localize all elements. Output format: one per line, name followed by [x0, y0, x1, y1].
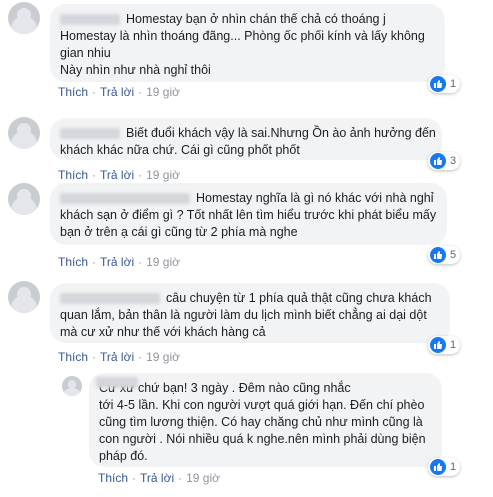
- comment-text-line: quan lắm, bản thân là người làm du lịch …: [60, 308, 427, 322]
- comment-actions: Thích · Trả lời · 19 giờ: [58, 350, 180, 364]
- like-link[interactable]: Thích: [58, 85, 88, 99]
- commenter-name-redacted[interactable]: [96, 377, 138, 388]
- like-link[interactable]: Thích: [58, 255, 88, 269]
- reaction-count-badge[interactable]: 5: [428, 246, 461, 264]
- comment-text-line: tới 4-5 lần. Khi con người vượt quá giới…: [99, 398, 425, 412]
- comment-text-line: mà cư xử như thế với khách hàng cả: [60, 325, 266, 339]
- comment-timestamp[interactable]: 19 giờ: [146, 168, 180, 182]
- like-reaction-icon: [430, 76, 446, 92]
- reaction-count-badge[interactable]: 3: [428, 152, 461, 170]
- like-reaction-icon: [430, 247, 446, 263]
- like-reaction-icon: [430, 337, 446, 353]
- comment-text-line: Cư xử chứ bạn! 3 ngày . Đêm nào cũng nhắ…: [99, 381, 351, 395]
- comment-actions: Thích · Trả lời · 19 giờ: [98, 471, 220, 485]
- comment-timestamp[interactable]: 19 giờ: [186, 471, 220, 485]
- comment-text-line: bạn ở trên ạ cái gì cũng từ 2 phía mà ng…: [60, 225, 298, 239]
- reply-link[interactable]: Trả lời: [100, 85, 134, 99]
- comment-text-line: khách khác nữa chứ. Cái gì cũng phốt phố…: [60, 143, 300, 157]
- comment-text-line: khách sạn ở điểm gì ? Tốt nhất lên tìm h…: [60, 208, 437, 222]
- like-link[interactable]: Thích: [58, 350, 88, 364]
- reaction-count: 1: [450, 339, 457, 351]
- comment-actions: Thích · Trả lời · 19 giờ: [58, 85, 180, 99]
- like-reaction-icon: [430, 153, 446, 169]
- commenter-avatar[interactable]: [8, 117, 40, 149]
- comment-text-line: Homestay bạn ở nhìn chán thế chả có thoá…: [60, 11, 435, 28]
- comment-text-line: pháp đó.: [99, 449, 148, 463]
- comment-text-line: con người . Nói nhiều quá k nghe.nên mìn…: [99, 432, 426, 446]
- comment-actions: Thích · Trả lời · 19 giờ: [58, 168, 180, 182]
- reply-link[interactable]: Trả lời: [100, 350, 134, 364]
- reaction-count: 1: [450, 78, 457, 90]
- comment-text-line: gian nhiu: [60, 46, 111, 60]
- commenter-avatar[interactable]: [62, 376, 82, 396]
- reaction-count-badge[interactable]: 1: [428, 336, 461, 354]
- comment-text-line: Homestay là nhìn thoáng đãng... Phòng ốc…: [60, 29, 425, 43]
- reaction-count: 3: [450, 155, 457, 167]
- commenter-name-redacted[interactable]: [60, 193, 190, 205]
- comment-bubble: câu chuyện từ 1 phía quả thật cũng chưa …: [50, 283, 450, 343]
- comment-bubble: Cư xử chứ bạn! 3 ngày . Đêm nào cũng nhắ…: [89, 373, 442, 467]
- commenter-name-redacted[interactable]: [60, 14, 120, 26]
- reaction-count: 5: [450, 249, 457, 261]
- comment-timestamp[interactable]: 19 giờ: [146, 85, 180, 99]
- comment-bubble: Biết đuổi khách vậy là sai.Nhưng Ồn ào ả…: [50, 118, 442, 160]
- comment-timestamp[interactable]: 19 giờ: [146, 255, 180, 269]
- comment-text-line: câu chuyện từ 1 phía quả thật cũng chưa …: [60, 290, 440, 307]
- commenter-avatar[interactable]: [8, 183, 40, 215]
- commenter-avatar[interactable]: [8, 2, 40, 34]
- reply-link[interactable]: Trả lời: [100, 255, 134, 269]
- reaction-count-badge[interactable]: 1: [428, 75, 461, 93]
- reply-link[interactable]: Trả lời: [140, 471, 174, 485]
- comment-text-line: Này nhìn như nhà nghỉ thôi: [60, 63, 211, 77]
- comment-text-line: Homestay nghĩa là gì nó khác với nhà ngh…: [60, 190, 437, 207]
- comment-timestamp[interactable]: 19 giờ: [146, 350, 180, 364]
- commenter-avatar[interactable]: [8, 281, 40, 313]
- comment-bubble: Homestay bạn ở nhìn chán thế chả có thoá…: [50, 4, 445, 82]
- comment-bubble: Homestay nghĩa là gì nó khác với nhà ngh…: [50, 183, 447, 245]
- reaction-count-badge[interactable]: 1: [428, 458, 461, 476]
- like-link[interactable]: Thích: [58, 168, 88, 182]
- reply-link[interactable]: Trả lời: [100, 168, 134, 182]
- commenter-name-redacted[interactable]: [60, 128, 120, 140]
- reaction-count: 1: [450, 461, 457, 473]
- commenter-name-redacted[interactable]: [60, 293, 160, 305]
- like-reaction-icon: [430, 459, 446, 475]
- comment-text-line: Biết đuổi khách vậy là sai.Nhưng Ồn ào ả…: [60, 125, 436, 142]
- like-link[interactable]: Thích: [98, 471, 128, 485]
- comment-text-line: cũng tìm lương thiện. Có hay chăng chủ n…: [99, 415, 423, 429]
- comment-actions: Thích · Trả lời · 19 giờ: [58, 255, 180, 269]
